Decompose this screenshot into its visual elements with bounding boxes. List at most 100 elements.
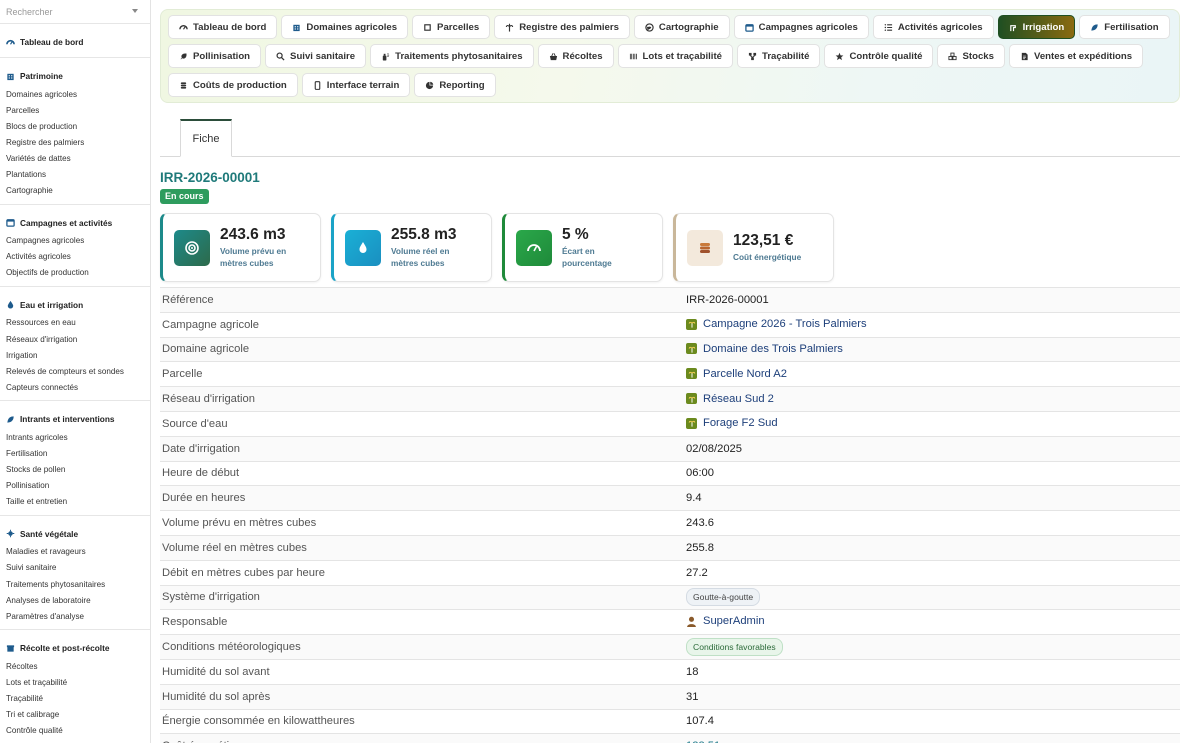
nav-button[interactable]: Cartographie — [633, 15, 730, 39]
table-row: Énergie consommée en kilowattheures 107.4 — [160, 708, 1180, 734]
record-link[interactable]: Domaine des Trois Palmiers — [686, 343, 843, 355]
sidebar-item[interactable]: Traçabilité — [0, 691, 150, 707]
field-value-cell: IRR-2026-00001 — [684, 287, 1180, 313]
sidebar-item[interactable]: Traitements phytosanitaires — [0, 576, 150, 592]
gauge-icon — [527, 243, 541, 251]
sidebar-item[interactable]: Capteurs connectés — [0, 379, 150, 395]
table-row: Conditions météorologiques Conditions fav… — [160, 634, 1180, 660]
table-row: Système d'irrigation Goutte-à-goutte — [160, 584, 1180, 610]
field-value: 243.6 — [686, 517, 714, 530]
sidebar-item[interactable]: Variétés de dattes — [0, 150, 150, 166]
record-link[interactable]: Parcelle Nord A2 — [686, 368, 787, 380]
sidebar-item[interactable]: Taille et entretien — [0, 494, 150, 510]
status-badge: En cours — [160, 189, 209, 204]
nav-button[interactable]: Fertilisation — [1079, 15, 1170, 39]
nav-button[interactable]: Interface terrain — [301, 73, 411, 97]
field-value-cell: 255.8 — [684, 534, 1180, 561]
nav-button[interactable]: Tableau de bord — [168, 15, 278, 39]
nav-button[interactable]: Domaines agricoles — [281, 15, 409, 39]
nav-button[interactable]: Coûts de production — [168, 73, 298, 97]
sidebar-item[interactable]: Blocs de production — [0, 118, 150, 134]
sidebar-item[interactable]: Parcelles — [0, 102, 150, 118]
sidebar-item[interactable]: Activités agricoles — [0, 249, 150, 265]
nav-button[interactable]: Traitements phytosanitaires — [370, 44, 534, 68]
nav-button[interactable]: Contrôle qualité — [824, 44, 934, 68]
tab-fiche[interactable]: Fiche — [180, 119, 232, 157]
barcode-icon — [629, 53, 637, 59]
nav-button[interactable]: Irrigation — [997, 15, 1076, 39]
nav-button[interactable]: Stocks — [937, 44, 1005, 68]
palm-icon — [686, 318, 697, 330]
sidebar-item[interactable]: Tri et calibrage — [0, 707, 150, 723]
nav-button-label: Interface terrain — [326, 79, 400, 91]
coins-icon — [700, 242, 710, 253]
table-row: Volume prévu en mètres cubes 243.6 — [160, 510, 1180, 536]
sidebar-section-header: Eau et irrigation — [0, 293, 150, 315]
dashboard-icon — [179, 24, 188, 30]
sidebar-item[interactable]: Suivi sanitaire — [0, 560, 150, 576]
sidebar-item[interactable]: Lots et traçabilité — [0, 674, 150, 690]
field-value: IRR-2026-00001 — [686, 293, 769, 306]
tab-fiche-label: Fiche — [192, 132, 220, 145]
record-link[interactable]: Réseau Sud 2 — [686, 393, 774, 405]
sidebar-item[interactable]: Analyses de laboratoire — [0, 592, 150, 608]
tab-bar: Fiche — [160, 119, 1180, 157]
search-input[interactable]: Rechercher — [0, 0, 150, 24]
nav-button[interactable]: Récoltes — [537, 44, 614, 68]
sidebar-item[interactable]: Contrôle qualité — [0, 723, 150, 739]
nav-button[interactable]: Lots et traçabilité — [617, 44, 733, 68]
palm-icon — [686, 393, 697, 405]
sidebar-item[interactable]: Maladies et ravageurs — [0, 544, 150, 560]
sidebar-item[interactable]: Paramètres d'analyse — [0, 608, 150, 624]
nav-button[interactable]: Traçabilité — [736, 44, 821, 68]
nav-button[interactable]: Reporting — [414, 73, 496, 97]
droplet-icon — [359, 241, 367, 253]
kpi-text: 255.8 m3 Volume réel en mètres cubes — [391, 226, 471, 269]
leaf-icon — [7, 416, 14, 423]
table-row: Source d'eau Forage F2 Sud — [160, 410, 1180, 437]
sidebar-item[interactable]: Domaines agricoles — [0, 86, 150, 102]
sidebar-item[interactable]: Stocks de pollen — [0, 462, 150, 478]
sidebar-item[interactable]: Campagnes agricoles — [0, 233, 150, 249]
field-label: Système d'irrigation — [160, 584, 684, 610]
record-link[interactable]: Forage F2 Sud — [686, 417, 778, 429]
sidebar-section-title: Récolte et post-récolte — [20, 643, 110, 654]
nav-button[interactable]: Registre des palmiers — [494, 15, 630, 39]
nav-button[interactable]: Campagnes agricoles — [733, 15, 869, 39]
field-label: Parcelle — [160, 361, 684, 387]
record-link[interactable]: Campagne 2026 - Trois Palmiers — [686, 318, 867, 330]
sidebar-item[interactable]: Fertilisation — [0, 446, 150, 462]
nav-button[interactable]: Parcelles — [412, 15, 491, 39]
user-link[interactable]: SuperAdmin — [686, 615, 765, 627]
chevron-down-icon[interactable] — [132, 9, 138, 13]
sidebar-item[interactable]: Cartographie — [0, 183, 150, 199]
nav-button[interactable]: Activités agricoles — [872, 15, 994, 39]
field-label: Référence — [160, 287, 684, 313]
sidebar-item[interactable]: Réseaux d'irrigation — [0, 331, 150, 347]
sidebar-item[interactable]: Objectifs de production — [0, 265, 150, 281]
sidebar-section-header: Intrants et interventions — [0, 407, 150, 429]
leaf-icon — [1091, 23, 1098, 31]
sidebar-item[interactable]: Pollinisation — [0, 478, 150, 494]
sidebar-item[interactable]: Relevés de compteurs et sondes — [0, 363, 150, 379]
sidebar-item[interactable]: Intrants agricoles — [0, 429, 150, 445]
nav-button[interactable]: Pollinisation — [168, 44, 262, 68]
field-value-cell: Forage F2 Sud — [684, 410, 1180, 437]
sidebar-section-title: Santé végétale — [20, 528, 79, 539]
module-nav: Tableau de bord Domaines agricoles Parcell… — [160, 9, 1180, 103]
nav-button-label: Domaines agricoles — [306, 21, 398, 33]
nav-button[interactable]: Ventes et expéditions — [1008, 44, 1144, 68]
nav-button-label: Registre des palmiers — [519, 21, 619, 33]
sidebar-item[interactable]: Ressources en eau — [0, 315, 150, 331]
field-label: Débit en mètres cubes par heure — [160, 559, 684, 586]
sidebar-item-dashboard[interactable]: Tableau de bord — [0, 30, 150, 52]
sidebar-item[interactable]: Registre des palmiers — [0, 134, 150, 150]
nav-button[interactable]: Suivi sanitaire — [265, 44, 367, 68]
kpi-card: 243.6 m3 Volume prévu en mètres cubes — [160, 213, 321, 282]
sidebar-item[interactable]: Irrigation — [0, 347, 150, 363]
field-value: 06:00 — [686, 467, 714, 480]
sidebar-item[interactable]: Conditionnement — [0, 739, 150, 743]
sidebar-item[interactable]: Plantations — [0, 166, 150, 182]
field-value-cell: Campagne 2026 - Trois Palmiers — [684, 311, 1180, 338]
sidebar-item[interactable]: Récoltes — [0, 658, 150, 674]
